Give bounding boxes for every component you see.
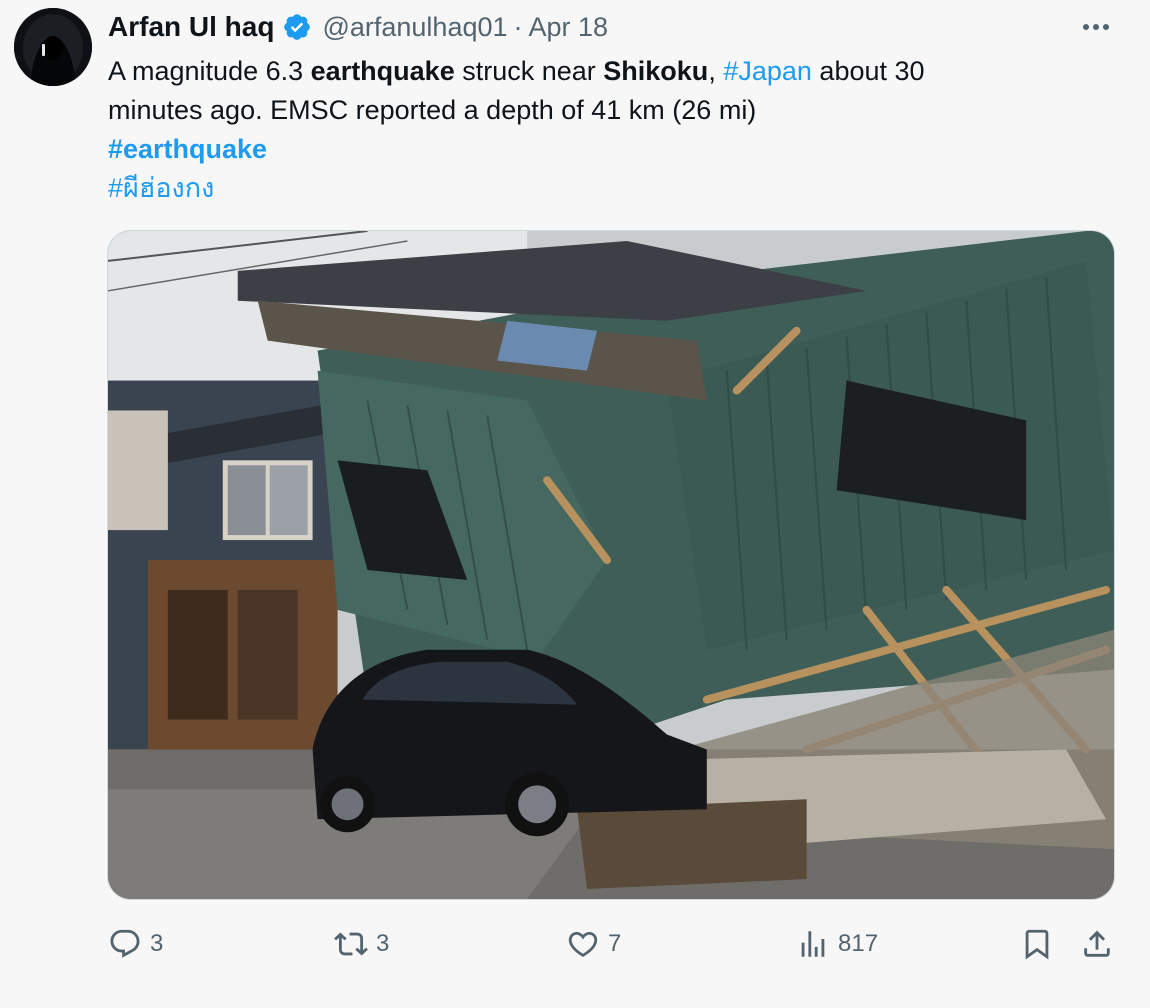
tweet-actions-bar: 3 3 7 817	[0, 918, 1150, 970]
like-count: 7	[608, 930, 622, 957]
bookmark-icon	[1025, 929, 1049, 960]
retweet-button[interactable]: 3	[334, 918, 389, 970]
separator-dot: ·	[513, 11, 523, 42]
verified-badge-icon[interactable]	[282, 12, 312, 42]
text-segment: struck near	[454, 56, 604, 86]
collapsed-house-photo	[108, 231, 1114, 899]
tweet-photo[interactable]	[107, 230, 1115, 900]
avatar[interactable]	[14, 8, 92, 86]
text-segment: ,	[708, 56, 724, 86]
bookmark-button[interactable]	[1020, 918, 1054, 970]
retweet-count: 3	[376, 930, 390, 957]
hashtag-thai-link[interactable]: #ผีฮ่องกง	[108, 173, 214, 203]
hashtag-earthquake-link[interactable]: #earthquake	[108, 134, 267, 164]
hashtag-japan-link[interactable]: #Japan	[723, 56, 812, 86]
views-icon	[801, 931, 825, 957]
tweet-text-line-4: #ผีฮ่องกง	[108, 169, 1118, 208]
tweet[interactable]: Arfan Ul haq @arfanulhaq01 · Apr 18 A ma…	[0, 0, 1150, 1008]
reply-button[interactable]: 3	[108, 918, 163, 970]
tweet-text: A magnitude 6.3 earthquake struck near S…	[108, 52, 1118, 208]
retweet-icon	[334, 932, 368, 956]
share-button[interactable]	[1080, 918, 1114, 970]
like-icon	[568, 931, 598, 957]
bold-keyword-shikoku: Shikoku	[603, 56, 709, 86]
tweet-text-line-3: #earthquake	[108, 130, 1118, 169]
tweet-text-line-1: A magnitude 6.3 earthquake struck near S…	[108, 52, 1118, 91]
reply-icon	[110, 929, 140, 958]
views-button[interactable]: 817	[796, 918, 878, 970]
tweet-date[interactable]: Apr 18	[529, 12, 609, 43]
text-segment: about 30	[811, 56, 925, 86]
views-count: 817	[838, 930, 879, 957]
text-segment: A magnitude 6.3	[108, 56, 311, 86]
share-icon	[1084, 930, 1110, 957]
reply-count: 3	[150, 930, 164, 957]
user-handle[interactable]: @arfanulhaq01	[322, 12, 507, 43]
bold-keyword-earthquake: earthquake	[310, 56, 455, 86]
tweet-text-line-2: minutes ago. EMSC reported a depth of 41…	[108, 95, 757, 125]
display-name[interactable]: Arfan Ul haq	[108, 11, 274, 43]
more-options-icon[interactable]	[1076, 12, 1116, 42]
hooded-figure-avatar-image	[14, 8, 92, 86]
like-button[interactable]: 7	[566, 918, 621, 970]
tweet-header: Arfan Ul haq @arfanulhaq01 · Apr 18	[108, 10, 608, 44]
